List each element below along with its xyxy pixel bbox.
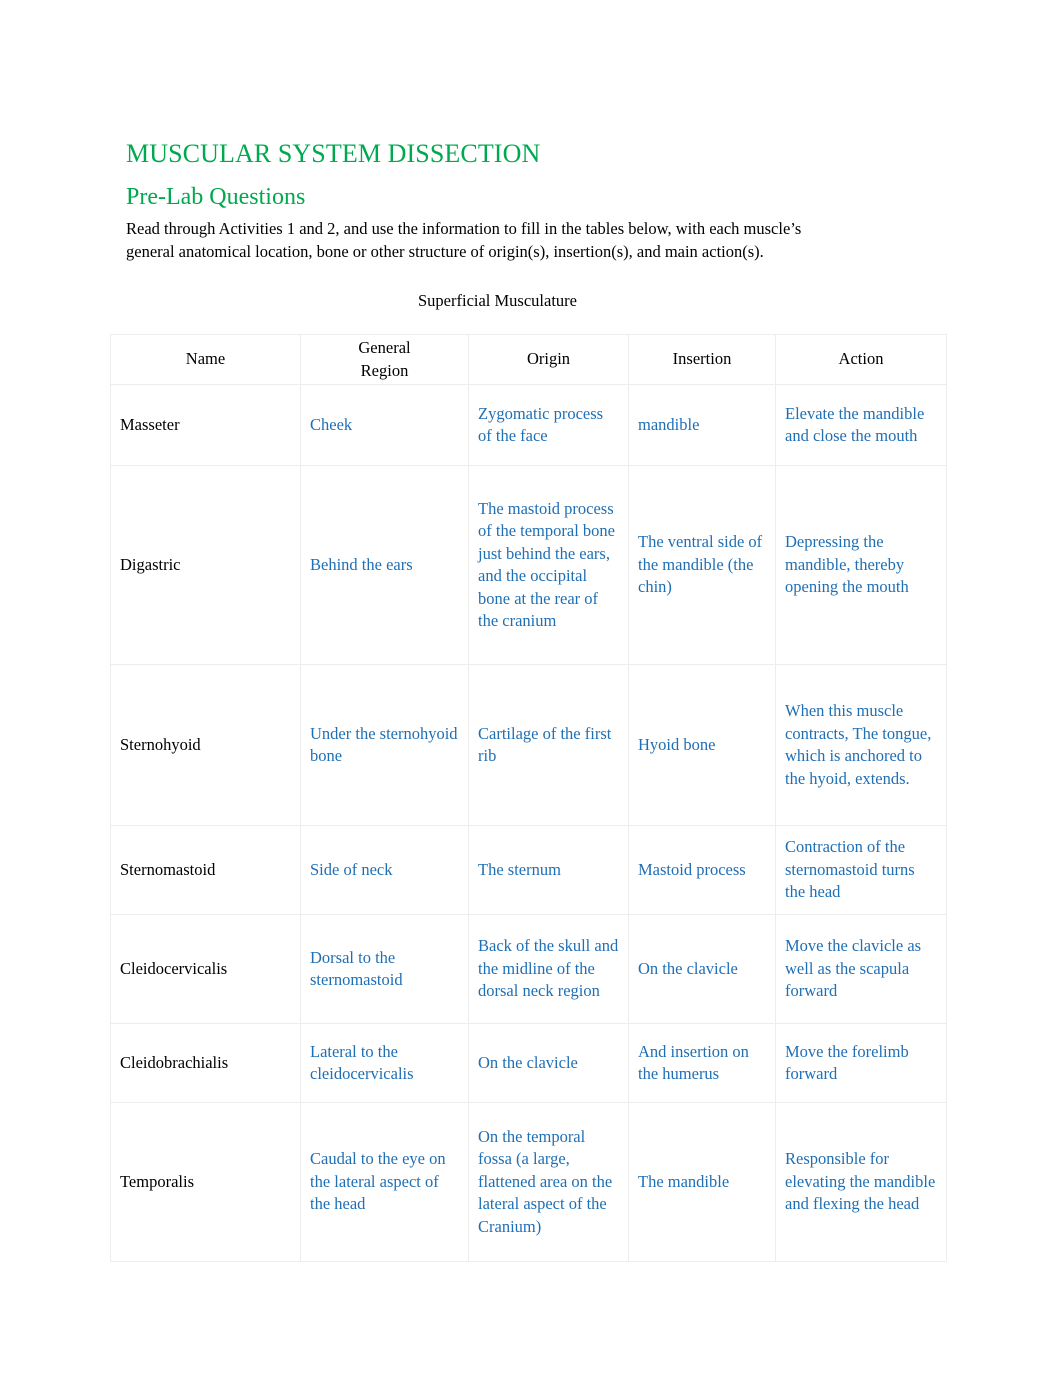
cell-action: Depressing the mandible, thereby opening… — [775, 465, 947, 665]
document-page: MUSCULAR SYSTEM DISSECTION Pre-Lab Quest… — [0, 0, 1062, 1377]
table-caption: Superficial Musculature — [418, 291, 577, 310]
column-header-general-region: General Region — [300, 334, 469, 385]
cell-origin: On the temporal fossa (a large, flattene… — [468, 1102, 629, 1262]
cell-general-region: Lateral to the cleidocervicalis — [300, 1023, 469, 1103]
table-row: Cleidocervicalis Dorsal to the sternomas… — [110, 914, 947, 1024]
column-header-name: Name — [110, 334, 301, 385]
cell-general-region: Caudal to the eye on the lateral aspect … — [300, 1102, 469, 1262]
table-row: Cleidobrachialis Lateral to the cleidoce… — [110, 1023, 947, 1103]
section-subtitle: Pre-Lab Questions — [126, 183, 306, 210]
cell-general-region: Dorsal to the sternomastoid — [300, 914, 469, 1024]
cell-action: Contraction of the sternomastoid turns t… — [775, 825, 947, 915]
cell-muscle-name: Temporalis — [110, 1102, 301, 1262]
superficial-musculature-table: Name General Region Origin Insertion Act… — [110, 334, 947, 1262]
cell-muscle-name: Cleidocervicalis — [110, 914, 301, 1024]
cell-insertion: mandible — [628, 384, 776, 466]
cell-insertion: The ventral side of the mandible (the ch… — [628, 465, 776, 665]
cell-origin: On the clavicle — [468, 1023, 629, 1103]
column-header-insertion: Insertion — [628, 334, 776, 385]
cell-muscle-name: Cleidobrachialis — [110, 1023, 301, 1103]
cell-action: When this muscle contracts, The tongue, … — [775, 664, 947, 826]
cell-action: Responsible for elevating the mandible a… — [775, 1102, 947, 1262]
column-header-general-region-line1: General — [358, 338, 411, 357]
table-row: Sternohyoid Under the sternohyoid bone C… — [110, 664, 947, 826]
table-row: Sternomastoid Side of neck The sternum M… — [110, 825, 947, 915]
cell-insertion: On the clavicle — [628, 914, 776, 1024]
table-header-row: Name General Region Origin Insertion Act… — [110, 334, 947, 385]
cell-insertion: The mandible — [628, 1102, 776, 1262]
cell-insertion: And insertion on the humerus — [628, 1023, 776, 1103]
cell-general-region: Behind the ears — [300, 465, 469, 665]
cell-insertion: Mastoid process — [628, 825, 776, 915]
cell-origin: The sternum — [468, 825, 629, 915]
cell-insertion: Hyoid bone — [628, 664, 776, 826]
cell-origin: Zygomatic process of the face — [468, 384, 629, 466]
cell-general-region: Side of neck — [300, 825, 469, 915]
cell-muscle-name: Sternomastoid — [110, 825, 301, 915]
column-header-general-region-line2: Region — [360, 360, 409, 380]
cell-action: Elevate the mandible and close the mouth — [775, 384, 947, 466]
column-header-origin: Origin — [468, 334, 629, 385]
table-row: Digastric Behind the ears The mastoid pr… — [110, 465, 947, 665]
cell-muscle-name: Digastric — [110, 465, 301, 665]
column-header-action: Action — [775, 334, 947, 385]
table-row: Temporalis Caudal to the eye on the late… — [110, 1102, 947, 1262]
muscle-table-container: Name General Region Origin Insertion Act… — [110, 334, 947, 1262]
instructions-paragraph: Read through Activities 1 and 2, and use… — [126, 218, 802, 262]
page-title: MUSCULAR SYSTEM DISSECTION — [126, 139, 541, 169]
cell-action: Move the forelimb forward — [775, 1023, 947, 1103]
cell-muscle-name: Sternohyoid — [110, 664, 301, 826]
cell-origin: Cartilage of the first rib — [468, 664, 629, 826]
table-body: Masseter Cheek Zygomatic process of the … — [110, 384, 947, 1262]
cell-origin: The mastoid process of the temporal bone… — [468, 465, 629, 665]
cell-general-region: Cheek — [300, 384, 469, 466]
cell-action: Move the clavicle as well as the scapula… — [775, 914, 947, 1024]
cell-general-region: Under the sternohyoid bone — [300, 664, 469, 826]
table-row: Masseter Cheek Zygomatic process of the … — [110, 384, 947, 466]
cell-origin: Back of the skull and the midline of the… — [468, 914, 629, 1024]
cell-muscle-name: Masseter — [110, 384, 301, 466]
